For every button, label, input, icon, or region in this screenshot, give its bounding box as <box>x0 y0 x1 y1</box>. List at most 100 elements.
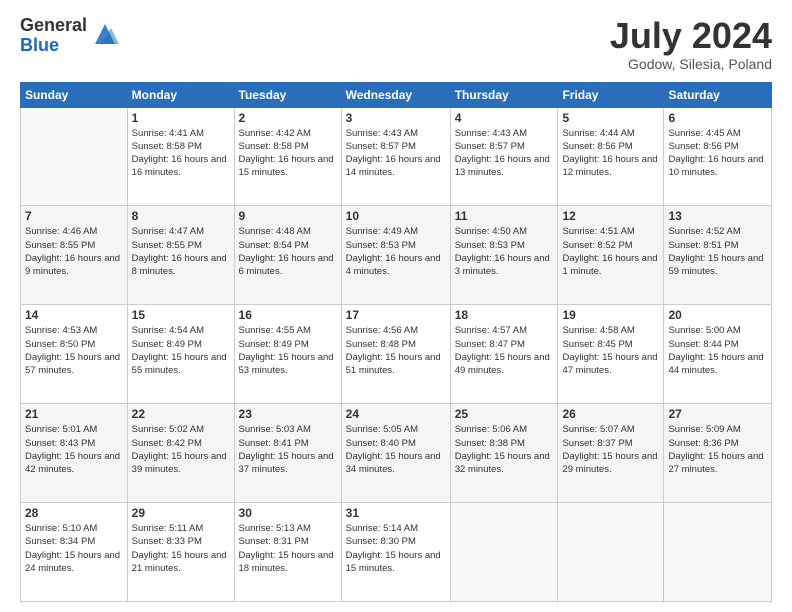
day-info: Sunrise: 4:49 AM Sunset: 8:53 PM Dayligh… <box>346 225 446 278</box>
table-row: 19Sunrise: 4:58 AM Sunset: 8:45 PM Dayli… <box>558 305 664 404</box>
day-info: Sunrise: 4:47 AM Sunset: 8:55 PM Dayligh… <box>132 225 230 278</box>
table-row <box>664 503 772 602</box>
day-info: Sunrise: 5:11 AM Sunset: 8:33 PM Dayligh… <box>132 522 230 575</box>
table-row: 16 Sunrise: 4:55 AM Sunset: 8:49 PM Dayli… <box>234 305 341 404</box>
table-row: 14 Sunrise: 4:53 AM Sunset: 8:50 PM Dayli… <box>21 305 128 404</box>
day-info: Sunrise: 5:01 AM Sunset: 8:43 PM Dayligh… <box>25 423 123 476</box>
day-info: Sunrise: 4:41 AM Sunset: 8:58 PM Dayligh… <box>132 127 230 180</box>
logo: General Blue <box>20 16 119 56</box>
day-number: 22 <box>132 407 230 421</box>
day-number: 7 <box>25 209 123 223</box>
day-number: 28 <box>25 506 123 520</box>
day-info: Sunrise: 4:43 AM Sunset: 8:57 PM Dayligh… <box>455 127 554 180</box>
day-info: Sunrise: 5:03 AM Sunset: 8:41 PM Dayligh… <box>239 423 337 476</box>
table-row: 3Sunrise: 4:43 AM Sunset: 8:57 PM Daylig… <box>341 107 450 206</box>
table-row: 2 Sunrise: 4:42 AM Sunset: 8:58 PM Daylig… <box>234 107 341 206</box>
day-number: 1 <box>132 111 230 125</box>
table-row <box>558 503 664 602</box>
table-row: 12Sunrise: 4:51 AM Sunset: 8:52 PM Dayli… <box>558 206 664 305</box>
calendar-header-row: Sunday Monday Tuesday Wednesday Thursday… <box>21 82 772 107</box>
day-info: Sunrise: 5:02 AM Sunset: 8:42 PM Dayligh… <box>132 423 230 476</box>
col-thursday: Thursday <box>450 82 558 107</box>
table-row: 26 Sunrise: 5:07 AM Sunset: 8:37 PM Dayli… <box>558 404 664 503</box>
day-info: Sunrise: 4:42 AM Sunset: 8:58 PM Dayligh… <box>239 127 337 180</box>
page: General Blue July 2024 Godow, Silesia, P… <box>0 0 792 612</box>
day-info: Sunrise: 5:13 AM Sunset: 8:31 PM Dayligh… <box>239 522 337 575</box>
day-number: 14 <box>25 308 123 322</box>
table-row: 31Sunrise: 5:14 AM Sunset: 8:30 PM Dayli… <box>341 503 450 602</box>
day-number: 29 <box>132 506 230 520</box>
table-row <box>450 503 558 602</box>
day-info: Sunrise: 4:50 AM Sunset: 8:53 PM Dayligh… <box>455 225 554 278</box>
table-row: 30Sunrise: 5:13 AM Sunset: 8:31 PM Dayli… <box>234 503 341 602</box>
day-number: 4 <box>455 111 554 125</box>
day-info: Sunrise: 4:53 AM Sunset: 8:50 PM Dayligh… <box>25 324 123 377</box>
table-row: 8 Sunrise: 4:47 AM Sunset: 8:55 PM Daylig… <box>127 206 234 305</box>
day-info: Sunrise: 4:56 AM Sunset: 8:48 PM Dayligh… <box>346 324 446 377</box>
day-number: 11 <box>455 209 554 223</box>
day-number: 5 <box>562 111 659 125</box>
logo-general-text: General <box>20 16 87 36</box>
day-number: 10 <box>346 209 446 223</box>
day-info: Sunrise: 4:44 AM Sunset: 8:56 PM Dayligh… <box>562 127 659 180</box>
day-info: Sunrise: 4:54 AM Sunset: 8:49 PM Dayligh… <box>132 324 230 377</box>
table-row: 10 Sunrise: 4:49 AM Sunset: 8:53 PM Dayli… <box>341 206 450 305</box>
day-number: 31 <box>346 506 446 520</box>
table-row: 20 Sunrise: 5:00 AM Sunset: 8:44 PM Dayli… <box>664 305 772 404</box>
day-info: Sunrise: 5:00 AM Sunset: 8:44 PM Dayligh… <box>668 324 767 377</box>
day-info: Sunrise: 4:46 AM Sunset: 8:55 PM Dayligh… <box>25 225 123 278</box>
day-number: 20 <box>668 308 767 322</box>
calendar-week-row: 28 Sunrise: 5:10 AM Sunset: 8:34 PM Dayli… <box>21 503 772 602</box>
day-info: Sunrise: 4:48 AM Sunset: 8:54 PM Dayligh… <box>239 225 337 278</box>
day-info: Sunrise: 5:10 AM Sunset: 8:34 PM Dayligh… <box>25 522 123 575</box>
table-row: 28 Sunrise: 5:10 AM Sunset: 8:34 PM Dayli… <box>21 503 128 602</box>
day-info: Sunrise: 5:06 AM Sunset: 8:38 PM Dayligh… <box>455 423 554 476</box>
day-number: 25 <box>455 407 554 421</box>
calendar-week-row: 1 Sunrise: 4:41 AM Sunset: 8:58 PM Daylig… <box>21 107 772 206</box>
table-row: 4 Sunrise: 4:43 AM Sunset: 8:57 PM Daylig… <box>450 107 558 206</box>
table-row: 1 Sunrise: 4:41 AM Sunset: 8:58 PM Daylig… <box>127 107 234 206</box>
day-number: 18 <box>455 308 554 322</box>
table-row: 21 Sunrise: 5:01 AM Sunset: 8:43 PM Dayli… <box>21 404 128 503</box>
calendar-table: Sunday Monday Tuesday Wednesday Thursday… <box>20 82 772 602</box>
day-info: Sunrise: 4:51 AM Sunset: 8:52 PM Dayligh… <box>562 225 659 278</box>
day-info: Sunrise: 4:57 AM Sunset: 8:47 PM Dayligh… <box>455 324 554 377</box>
table-row: 24 Sunrise: 5:05 AM Sunset: 8:40 PM Dayli… <box>341 404 450 503</box>
day-info: Sunrise: 5:09 AM Sunset: 8:36 PM Dayligh… <box>668 423 767 476</box>
calendar-week-row: 21 Sunrise: 5:01 AM Sunset: 8:43 PM Dayli… <box>21 404 772 503</box>
day-number: 3 <box>346 111 446 125</box>
col-sunday: Sunday <box>21 82 128 107</box>
table-row: 25 Sunrise: 5:06 AM Sunset: 8:38 PM Dayli… <box>450 404 558 503</box>
day-number: 26 <box>562 407 659 421</box>
table-row: 7 Sunrise: 4:46 AM Sunset: 8:55 PM Daylig… <box>21 206 128 305</box>
col-saturday: Saturday <box>664 82 772 107</box>
table-row: 23 Sunrise: 5:03 AM Sunset: 8:41 PM Dayli… <box>234 404 341 503</box>
day-number: 2 <box>239 111 337 125</box>
day-number: 13 <box>668 209 767 223</box>
day-number: 8 <box>132 209 230 223</box>
day-number: 17 <box>346 308 446 322</box>
table-row: 15Sunrise: 4:54 AM Sunset: 8:49 PM Dayli… <box>127 305 234 404</box>
location: Godow, Silesia, Poland <box>610 56 772 72</box>
title-section: July 2024 Godow, Silesia, Poland <box>610 16 772 72</box>
table-row: 9Sunrise: 4:48 AM Sunset: 8:54 PM Daylig… <box>234 206 341 305</box>
day-number: 19 <box>562 308 659 322</box>
table-row: 17 Sunrise: 4:56 AM Sunset: 8:48 PM Dayli… <box>341 305 450 404</box>
col-wednesday: Wednesday <box>341 82 450 107</box>
day-info: Sunrise: 5:05 AM Sunset: 8:40 PM Dayligh… <box>346 423 446 476</box>
header: General Blue July 2024 Godow, Silesia, P… <box>20 16 772 72</box>
day-number: 24 <box>346 407 446 421</box>
day-number: 21 <box>25 407 123 421</box>
day-number: 23 <box>239 407 337 421</box>
day-info: Sunrise: 5:07 AM Sunset: 8:37 PM Dayligh… <box>562 423 659 476</box>
logo-icon <box>91 20 119 48</box>
table-row: 5 Sunrise: 4:44 AM Sunset: 8:56 PM Daylig… <box>558 107 664 206</box>
table-row: 11 Sunrise: 4:50 AM Sunset: 8:53 PM Dayli… <box>450 206 558 305</box>
table-row: 18 Sunrise: 4:57 AM Sunset: 8:47 PM Dayli… <box>450 305 558 404</box>
day-info: Sunrise: 4:55 AM Sunset: 8:49 PM Dayligh… <box>239 324 337 377</box>
col-monday: Monday <box>127 82 234 107</box>
calendar-week-row: 14 Sunrise: 4:53 AM Sunset: 8:50 PM Dayli… <box>21 305 772 404</box>
table-row: 29 Sunrise: 5:11 AM Sunset: 8:33 PM Dayli… <box>127 503 234 602</box>
col-friday: Friday <box>558 82 664 107</box>
day-number: 16 <box>239 308 337 322</box>
